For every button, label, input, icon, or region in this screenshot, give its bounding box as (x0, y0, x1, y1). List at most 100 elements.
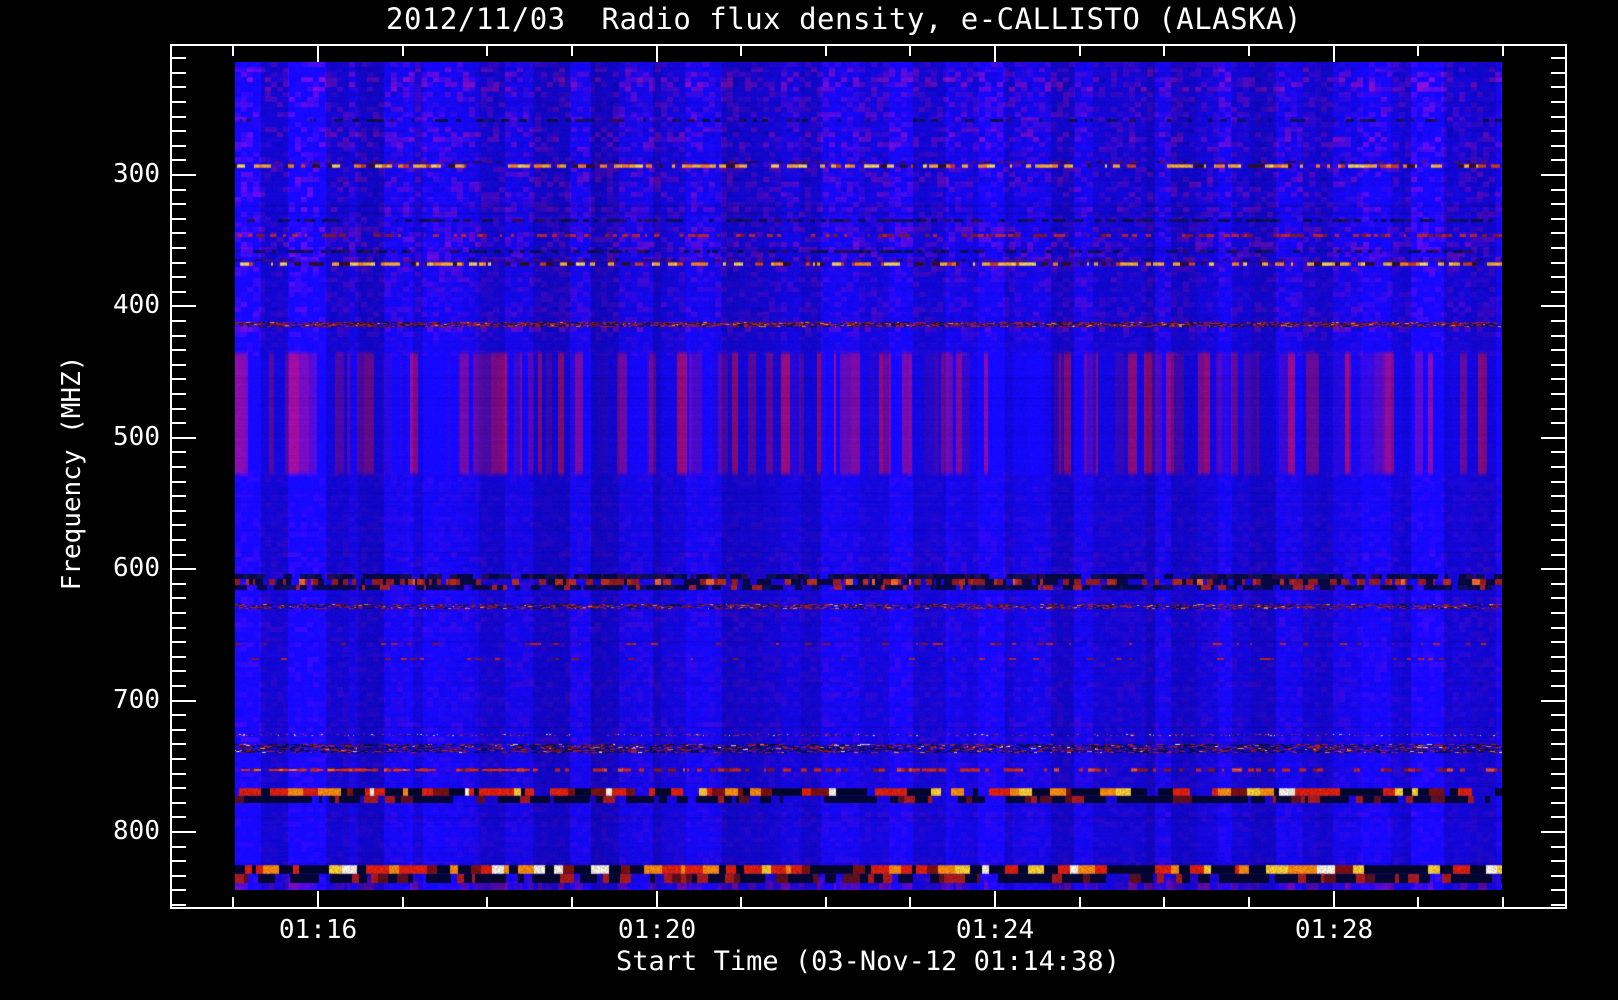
y-minor-tick-left-37 (172, 714, 186, 716)
y-axis-title: Frequency (MHZ) (57, 355, 87, 591)
x-major-tick-bottom-12 (1333, 891, 1335, 907)
y-minor-tick-right-29 (1551, 597, 1565, 599)
y-minor-tick-left-35 (172, 685, 186, 687)
y-minor-tick-left-12 (172, 349, 186, 351)
y-minor-tick-right-12 (1551, 349, 1565, 351)
y-minor-tick-left-46 (172, 846, 186, 848)
y-minor-tick-right--1 (1551, 159, 1565, 161)
y-minor-tick-left-14 (172, 378, 186, 380)
y-minor-tick-right-31 (1551, 627, 1565, 629)
y-minor-tick-right-46 (1551, 846, 1565, 848)
x-minor-tick-bottom-5 (740, 897, 742, 907)
y-minor-tick-left-19 (172, 451, 186, 453)
x-minor-tick-top-13 (1417, 46, 1419, 56)
y-minor-tick-left-41 (172, 773, 186, 775)
y-minor-tick-right-38 (1551, 729, 1565, 731)
y-minor-tick-right-14 (1551, 378, 1565, 380)
y-minor-tick-right-40 (1551, 758, 1565, 760)
spectrogram-page: 2012/11/03 Radio flux density, e-CALLIST… (0, 0, 1618, 1000)
y-minor-tick-left-20 (172, 466, 186, 468)
y-minor-tick-left-44 (172, 816, 186, 818)
x-minor-tick-top-5 (740, 46, 742, 56)
y-minor-tick-left--8 (172, 57, 186, 59)
y-tick-label-600: 600 (113, 553, 160, 583)
x-minor-tick-bottom-13 (1417, 897, 1419, 907)
y-minor-tick-left-28 (172, 583, 186, 585)
y-major-tick-left-18 (172, 437, 196, 439)
y-minor-tick-right-10 (1551, 320, 1565, 322)
x-major-tick-top-4 (656, 46, 658, 62)
x-minor-tick-bottom-14 (1502, 897, 1504, 907)
x-minor-tick-top-1 (402, 46, 404, 56)
y-tick-label-700: 700 (113, 685, 160, 715)
y-minor-tick-left--2 (172, 145, 186, 147)
y-tick-label-500: 500 (113, 422, 160, 452)
y-major-tick-left-45 (172, 831, 196, 833)
y-minor-tick-left-22 (172, 495, 186, 497)
y-minor-tick-right-44 (1551, 816, 1565, 818)
y-minor-tick-right-37 (1551, 714, 1565, 716)
y-minor-tick-right-4 (1551, 232, 1565, 234)
y-minor-tick-left-15 (172, 393, 186, 395)
y-major-tick-right-9 (1541, 305, 1565, 307)
y-minor-tick-right-49 (1551, 889, 1565, 891)
y-minor-tick-left-16 (172, 408, 186, 410)
x-minor-tick-top-10 (1163, 46, 1165, 56)
x-tick-label-01:24: 01:24 (955, 915, 1035, 945)
y-minor-tick-right-23 (1551, 510, 1565, 512)
y-minor-tick-left-4 (172, 232, 186, 234)
y-minor-tick-right-5 (1551, 247, 1565, 249)
y-minor-tick-left--1 (172, 159, 186, 161)
y-minor-tick-right-8 (1551, 291, 1565, 293)
y-major-tick-right-18 (1541, 437, 1565, 439)
y-minor-tick-right-19 (1551, 451, 1565, 453)
x-minor-tick-bottom-7 (909, 897, 911, 907)
y-minor-tick-right-13 (1551, 364, 1565, 366)
y-minor-tick-left-24 (172, 524, 186, 526)
y-minor-tick-left--4 (172, 116, 186, 118)
x-minor-tick-bottom-2 (486, 897, 488, 907)
y-minor-tick-left-34 (172, 670, 186, 672)
y-minor-tick-left-40 (172, 758, 186, 760)
y-minor-tick-left-30 (172, 612, 186, 614)
y-minor-tick-left-43 (172, 802, 186, 804)
x-major-tick-bottom-8 (994, 891, 996, 907)
y-minor-tick-right-32 (1551, 641, 1565, 643)
x-minor-tick-top-6 (825, 46, 827, 56)
y-minor-tick-right-21 (1551, 481, 1565, 483)
y-minor-tick-right-3 (1551, 218, 1565, 220)
y-minor-tick-left-31 (172, 627, 186, 629)
x-minor-tick-bottom-10 (1163, 897, 1165, 907)
y-minor-tick-left-10 (172, 320, 186, 322)
x-minor-tick-bottom-11 (1248, 897, 1250, 907)
y-major-tick-right-36 (1541, 700, 1565, 702)
y-minor-tick-left-11 (172, 335, 186, 337)
plot-frame (170, 44, 1567, 909)
y-major-tick-right-45 (1541, 831, 1565, 833)
x-minor-tick-bottom-9 (1079, 897, 1081, 907)
y-minor-tick-right--7 (1551, 72, 1565, 74)
y-major-tick-right-27 (1541, 568, 1565, 570)
y-minor-tick-left--5 (172, 101, 186, 103)
y-tick-label-300: 300 (113, 159, 160, 189)
chart-title: 2012/11/03 Radio flux density, e-CALLIST… (386, 2, 1302, 36)
x-major-tick-top-0 (317, 46, 319, 62)
y-minor-tick-left-2 (172, 203, 186, 205)
y-minor-tick-right--3 (1551, 130, 1565, 132)
y-minor-tick-right-20 (1551, 466, 1565, 468)
y-minor-tick-left--7 (172, 72, 186, 74)
y-minor-tick-left-49 (172, 889, 186, 891)
y-minor-tick-left-29 (172, 597, 186, 599)
y-minor-tick-right-1 (1551, 189, 1565, 191)
x-tick-label-01:16: 01:16 (278, 915, 358, 945)
y-minor-tick-left-39 (172, 743, 186, 745)
y-minor-tick-right-6 (1551, 262, 1565, 264)
y-minor-tick-right--6 (1551, 86, 1565, 88)
x-minor-tick-bottom--1 (232, 897, 234, 907)
y-minor-tick-right-25 (1551, 539, 1565, 541)
y-major-tick-left-0 (172, 174, 196, 176)
y-minor-tick-left-1 (172, 189, 186, 191)
y-minor-tick-left-38 (172, 729, 186, 731)
y-minor-tick-right-42 (1551, 787, 1565, 789)
y-minor-tick-right-28 (1551, 583, 1565, 585)
